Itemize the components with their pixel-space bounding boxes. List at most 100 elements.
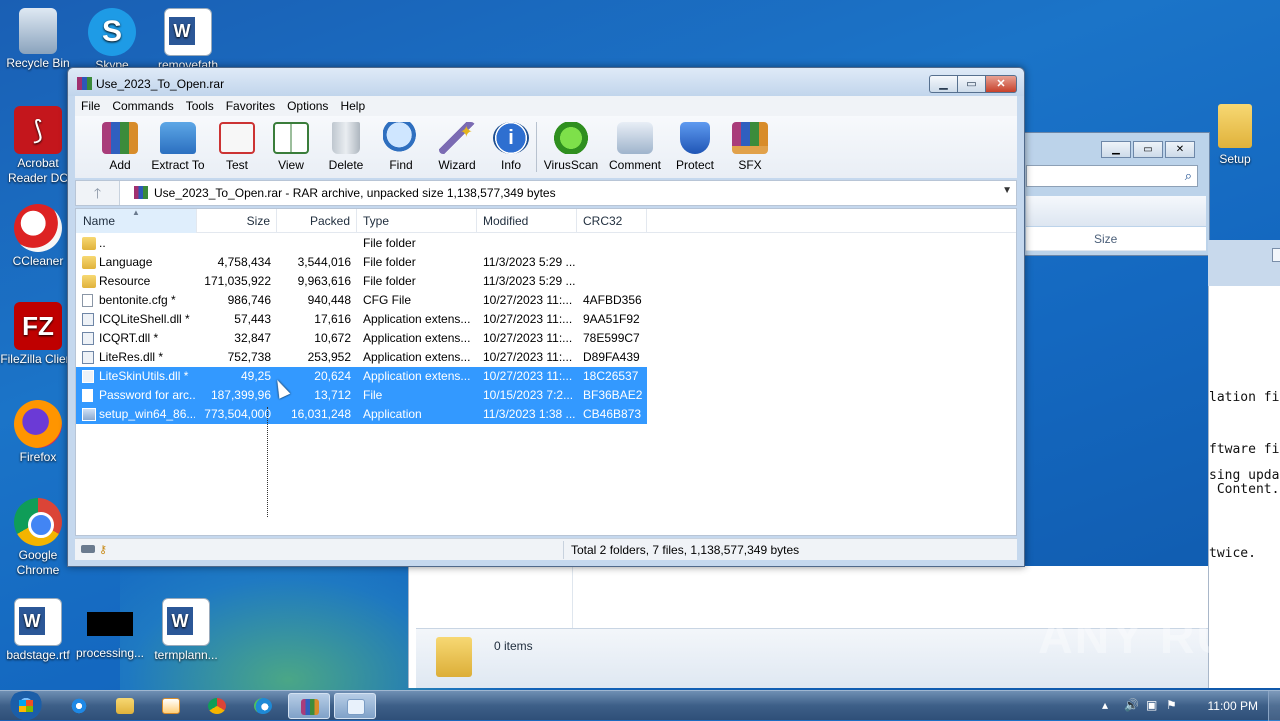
drive-icon[interactable] [81, 545, 95, 553]
file-packed: 16,031,248 [290, 407, 351, 421]
file-modified: 10/27/2023 11:... [483, 369, 573, 383]
recycle-bin-icon [19, 8, 57, 54]
file-size: 4,758,434 [217, 255, 271, 269]
file-row[interactable]: bentonite.cfg * 986,746 940,448 CFG File 10/… [76, 291, 647, 310]
taskbar-explorer[interactable] [104, 693, 146, 719]
comment-button[interactable]: Comment [603, 122, 667, 172]
file-crc32: 4AFBD356 [583, 293, 642, 307]
chrome-icon [208, 698, 226, 714]
file-size [197, 234, 271, 253]
column-size[interactable]: Size [197, 209, 277, 233]
clock[interactable]: 11:00 PM [1208, 699, 1258, 713]
column-crc32[interactable]: CRC32 [577, 209, 647, 233]
extract-to-button[interactable]: Extract To [146, 122, 210, 172]
desktop-icon-filezilla[interactable]: FZ FileZilla Client [0, 302, 76, 367]
file-row[interactable]: Resource 171,035,922 9,963,616 File folder 1… [76, 272, 647, 291]
desktop-icon-badstage[interactable]: badstage.rtf [0, 598, 76, 663]
file-modified: 10/27/2023 11:... [483, 293, 573, 307]
file-list[interactable]: ▲ Name Size Packed Type Modified CRC32 ..… [75, 208, 1017, 536]
folder-icon [436, 637, 472, 677]
minimize-button[interactable]: ▁ [929, 75, 957, 93]
column-packed[interactable]: Packed [277, 209, 357, 233]
taskbar-media-player[interactable] [150, 693, 192, 719]
file-type: Application [363, 407, 422, 421]
maximize-icon[interactable]: ▭ [1133, 141, 1163, 158]
column-name[interactable]: ▲ Name [76, 208, 197, 233]
desktop-icon-removefath[interactable]: removefath [150, 8, 226, 68]
explorer-column-header[interactable]: Size [1026, 227, 1206, 251]
maximize-button[interactable]: ▭ [957, 75, 985, 93]
tray-expand-icon[interactable]: ▴ [1102, 698, 1108, 712]
file-row[interactable]: Password for arc... 187,399,96 13,712 File 1… [76, 386, 647, 405]
window-title: Use_2023_To_Open.rar [96, 77, 225, 91]
desktop-icon-termplann[interactable]: termplann... [148, 598, 224, 663]
minimize-icon[interactable]: ▁ [1101, 141, 1131, 158]
file-packed: 20,624 [314, 369, 351, 383]
chrome-icon [14, 498, 62, 546]
desktop-icon-acrobat[interactable]: ⟆ Acrobat Reader DC [0, 106, 76, 186]
taskbar-winrar[interactable] [288, 693, 330, 719]
file-row[interactable]: Language 4,758,434 3,544,016 File folder 11/… [76, 253, 647, 272]
taskbar-chrome[interactable] [196, 693, 238, 719]
address-bar[interactable]: 🡑 Use_2023_To_Open.rar - RAR archive, un… [75, 180, 1017, 206]
file-row[interactable]: .. File folder [76, 234, 647, 253]
file-crc32: BF36BAE2 [583, 388, 643, 402]
desktop-icon-firefox[interactable]: Firefox [0, 400, 76, 465]
virusscan-button[interactable]: VirusScan [539, 122, 603, 172]
file-row[interactable]: ICQRT.dll * 32,847 10,672 Application exten… [76, 329, 647, 348]
menu-tools[interactable]: Tools [180, 96, 220, 116]
desktop-icon-ccleaner[interactable]: CCleaner [0, 204, 76, 269]
desktop-icon-processing[interactable]: processing... [72, 598, 148, 661]
taskbar: ▴ 🔊 ▣ ⚑ 11:00 PM [0, 690, 1280, 721]
file-row[interactable]: ICQLiteShell.dll * 57,443 17,616 Applicatio… [76, 310, 647, 329]
sfx-button[interactable]: SFX [718, 122, 782, 172]
file-row[interactable]: setup_win64_86.... 773,504,000 16,031,248 A… [76, 405, 647, 424]
file-name: Resource [99, 274, 151, 288]
menu-commands[interactable]: Commands [106, 96, 179, 116]
find-button[interactable]: Find [369, 122, 433, 172]
desktop-icon-setup[interactable]: Setup [1210, 104, 1260, 166]
file-type: File folder [363, 236, 416, 250]
taskbar-edge[interactable] [242, 693, 284, 719]
menu-bar: File Commands Tools Favorites Options He… [75, 96, 1017, 116]
desktop-icon-chrome[interactable]: Google Chrome [0, 498, 76, 578]
file-type: File folder [363, 274, 416, 288]
key-icon[interactable]: ⚷ [99, 543, 107, 556]
dll-icon [82, 313, 94, 326]
desktop-icon-recycle-bin[interactable]: Recycle Bin [0, 8, 76, 71]
menu-help[interactable]: Help [334, 96, 371, 116]
network-icon[interactable]: ▣ [1146, 698, 1157, 712]
menu-file[interactable]: File [75, 96, 106, 116]
menu-favorites[interactable]: Favorites [220, 96, 281, 116]
file-packed: 10,672 [314, 331, 351, 345]
taskbar-notepad[interactable] [334, 693, 376, 719]
desktop-icon-skype[interactable]: S Skype [74, 8, 150, 68]
flag-icon[interactable]: ⚑ [1166, 698, 1177, 712]
column-type[interactable]: Type [357, 209, 477, 233]
explorer-search-input[interactable]: ⌕ [1026, 165, 1198, 187]
winrar-titlebar[interactable]: Use_2023_To_Open.rar ▁ ▭ ✕ [68, 68, 1024, 96]
add-button[interactable]: Add [88, 122, 152, 172]
scroll-button[interactable] [1272, 248, 1280, 262]
explorer-nav-pane[interactable] [417, 566, 573, 628]
file-name: Language [99, 255, 153, 269]
toolbar-separator [536, 122, 537, 172]
start-button[interactable] [6, 691, 46, 721]
file-row[interactable]: LiteSkinUtils.dll * 49,25 20,624 Applicatio… [76, 367, 647, 386]
chevron-down-icon[interactable]: ▼ [1002, 185, 1012, 196]
edge-icon [254, 698, 272, 714]
close-button[interactable]: ✕ [985, 75, 1017, 93]
show-desktop-button[interactable] [1268, 691, 1280, 721]
file-type: File [363, 388, 383, 402]
info-button[interactable]: i Info [479, 122, 543, 172]
speaker-icon[interactable]: 🔊 [1124, 698, 1139, 712]
file-crc32: 18C26537 [583, 369, 639, 383]
file-row[interactable]: LiteRes.dll * 752,738 253,952 Application e… [76, 348, 647, 367]
up-arrow-icon[interactable]: 🡑 [76, 181, 120, 205]
close-icon[interactable]: ✕ [1165, 141, 1195, 158]
taskbar-ie[interactable] [58, 693, 100, 719]
menu-options[interactable]: Options [281, 96, 334, 116]
file-icon [82, 389, 93, 402]
file-type: Application extens... [363, 331, 471, 345]
column-modified[interactable]: Modified [477, 209, 577, 233]
